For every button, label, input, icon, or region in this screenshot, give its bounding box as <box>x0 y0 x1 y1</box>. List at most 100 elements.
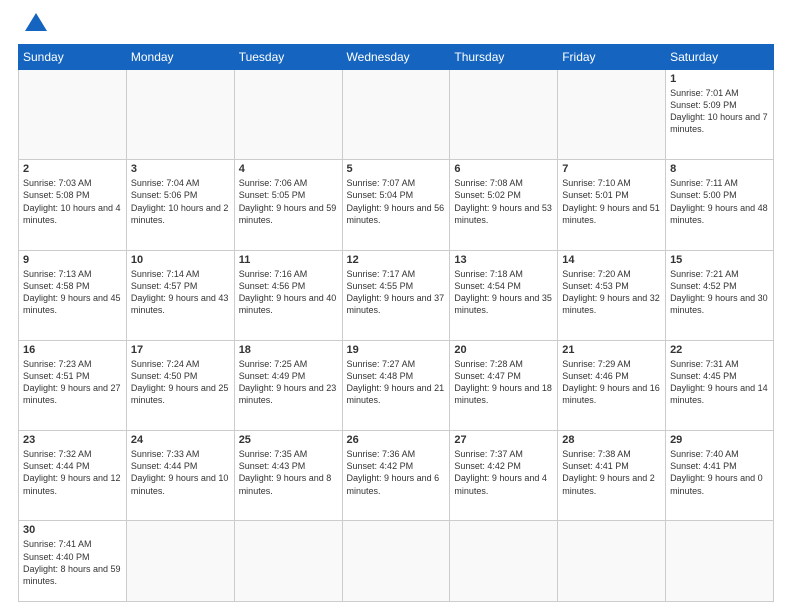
calendar-cell: 13 Sunrise: 7:18 AM Sunset: 4:54 PM Dayli… <box>450 250 558 340</box>
day-info: Sunrise: 7:35 AM Sunset: 4:43 PM Dayligh… <box>239 448 338 497</box>
weekday-header-friday: Friday <box>558 45 666 70</box>
calendar-cell <box>126 70 234 160</box>
page: SundayMondayTuesdayWednesdayThursdayFrid… <box>0 0 792 612</box>
calendar-cell: 21 Sunrise: 7:29 AM Sunset: 4:46 PM Dayli… <box>558 340 666 430</box>
day-info: Sunrise: 7:07 AM Sunset: 5:04 PM Dayligh… <box>347 177 446 226</box>
day-number: 2 <box>23 163 122 175</box>
day-info: Sunrise: 7:31 AM Sunset: 4:45 PM Dayligh… <box>670 358 769 407</box>
calendar-cell: 9 Sunrise: 7:13 AM Sunset: 4:58 PM Daylig… <box>19 250 127 340</box>
day-number: 28 <box>562 434 661 446</box>
day-info: Sunrise: 7:38 AM Sunset: 4:41 PM Dayligh… <box>562 448 661 497</box>
day-info: Sunrise: 7:13 AM Sunset: 4:58 PM Dayligh… <box>23 268 122 317</box>
day-number: 23 <box>23 434 122 446</box>
calendar-cell: 23Sunrise: 7:32 AM Sunset: 4:44 PM Dayli… <box>19 431 127 521</box>
day-number: 9 <box>23 254 122 266</box>
calendar-week-row: 23Sunrise: 7:32 AM Sunset: 4:44 PM Dayli… <box>19 431 774 521</box>
weekday-header-thursday: Thursday <box>450 45 558 70</box>
day-info: Sunrise: 7:20 AM Sunset: 4:53 PM Dayligh… <box>562 268 661 317</box>
day-number: 13 <box>454 254 553 266</box>
day-number: 1 <box>670 73 769 85</box>
calendar-cell: 17Sunrise: 7:24 AM Sunset: 4:50 PM Dayli… <box>126 340 234 430</box>
calendar-cell: 26 Sunrise: 7:36 AM Sunset: 4:42 PM Dayli… <box>342 431 450 521</box>
day-number: 29 <box>670 434 769 446</box>
calendar-cell: 16 Sunrise: 7:23 AM Sunset: 4:51 PM Dayli… <box>19 340 127 430</box>
day-number: 20 <box>454 344 553 356</box>
day-info: Sunrise: 7:17 AM Sunset: 4:55 PM Dayligh… <box>347 268 446 317</box>
day-info: Sunrise: 7:21 AM Sunset: 4:52 PM Dayligh… <box>670 268 769 317</box>
day-number: 25 <box>239 434 338 446</box>
day-info: Sunrise: 7:04 AM Sunset: 5:06 PM Dayligh… <box>131 177 230 226</box>
calendar-cell: 18Sunrise: 7:25 AM Sunset: 4:49 PM Dayli… <box>234 340 342 430</box>
calendar-cell: 2 Sunrise: 7:03 AM Sunset: 5:08 PM Daylig… <box>19 160 127 250</box>
weekday-header-saturday: Saturday <box>666 45 774 70</box>
day-info: Sunrise: 7:28 AM Sunset: 4:47 PM Dayligh… <box>454 358 553 407</box>
calendar-cell: 27 Sunrise: 7:37 AM Sunset: 4:42 PM Dayli… <box>450 431 558 521</box>
calendar-cell <box>234 70 342 160</box>
day-info: Sunrise: 7:08 AM Sunset: 5:02 PM Dayligh… <box>454 177 553 226</box>
day-number: 22 <box>670 344 769 356</box>
day-info: Sunrise: 7:16 AM Sunset: 4:56 PM Dayligh… <box>239 268 338 317</box>
calendar-cell: 3 Sunrise: 7:04 AM Sunset: 5:06 PM Daylig… <box>126 160 234 250</box>
calendar-cell: 15 Sunrise: 7:21 AM Sunset: 4:52 PM Dayli… <box>666 250 774 340</box>
day-number: 8 <box>670 163 769 175</box>
weekday-header-wednesday: Wednesday <box>342 45 450 70</box>
weekday-header-monday: Monday <box>126 45 234 70</box>
calendar-cell: 7Sunrise: 7:10 AM Sunset: 5:01 PM Daylig… <box>558 160 666 250</box>
calendar-cell: 25 Sunrise: 7:35 AM Sunset: 4:43 PM Dayli… <box>234 431 342 521</box>
calendar-cell <box>19 70 127 160</box>
day-info: Sunrise: 7:01 AM Sunset: 5:09 PM Dayligh… <box>670 87 769 136</box>
day-number: 18 <box>239 344 338 356</box>
calendar-cell <box>558 521 666 602</box>
calendar-cell <box>450 70 558 160</box>
calendar-week-row: 1 Sunrise: 7:01 AM Sunset: 5:09 PM Daylig… <box>19 70 774 160</box>
day-info: Sunrise: 7:18 AM Sunset: 4:54 PM Dayligh… <box>454 268 553 317</box>
calendar-cell: 14 Sunrise: 7:20 AM Sunset: 4:53 PM Dayli… <box>558 250 666 340</box>
day-number: 4 <box>239 163 338 175</box>
weekday-header-tuesday: Tuesday <box>234 45 342 70</box>
day-info: Sunrise: 7:06 AM Sunset: 5:05 PM Dayligh… <box>239 177 338 226</box>
calendar-cell: 30 Sunrise: 7:41 AM Sunset: 4:40 PM Dayli… <box>19 521 127 602</box>
day-number: 11 <box>239 254 338 266</box>
day-number: 15 <box>670 254 769 266</box>
calendar-cell: 4 Sunrise: 7:06 AM Sunset: 5:05 PM Daylig… <box>234 160 342 250</box>
day-number: 26 <box>347 434 446 446</box>
calendar-cell <box>342 521 450 602</box>
day-info: Sunrise: 7:14 AM Sunset: 4:57 PM Dayligh… <box>131 268 230 317</box>
calendar-cell: 5 Sunrise: 7:07 AM Sunset: 5:04 PM Daylig… <box>342 160 450 250</box>
day-info: Sunrise: 7:40 AM Sunset: 4:41 PM Dayligh… <box>670 448 769 497</box>
day-info: Sunrise: 7:36 AM Sunset: 4:42 PM Dayligh… <box>347 448 446 497</box>
calendar-cell <box>342 70 450 160</box>
day-number: 21 <box>562 344 661 356</box>
day-number: 14 <box>562 254 661 266</box>
day-number: 16 <box>23 344 122 356</box>
day-info: Sunrise: 7:23 AM Sunset: 4:51 PM Dayligh… <box>23 358 122 407</box>
calendar-cell: 28 Sunrise: 7:38 AM Sunset: 4:41 PM Dayli… <box>558 431 666 521</box>
day-info: Sunrise: 7:03 AM Sunset: 5:08 PM Dayligh… <box>23 177 122 226</box>
calendar-cell: 10Sunrise: 7:14 AM Sunset: 4:57 PM Dayli… <box>126 250 234 340</box>
calendar-table: SundayMondayTuesdayWednesdayThursdayFrid… <box>18 44 774 602</box>
calendar-cell: 29 Sunrise: 7:40 AM Sunset: 4:41 PM Dayli… <box>666 431 774 521</box>
calendar-cell <box>558 70 666 160</box>
calendar-cell: 11 Sunrise: 7:16 AM Sunset: 4:56 PM Dayli… <box>234 250 342 340</box>
weekday-header-sunday: Sunday <box>19 45 127 70</box>
day-number: 30 <box>23 524 122 536</box>
calendar-week-row: 2 Sunrise: 7:03 AM Sunset: 5:08 PM Daylig… <box>19 160 774 250</box>
calendar-cell: 24Sunrise: 7:33 AM Sunset: 4:44 PM Dayli… <box>126 431 234 521</box>
calendar-cell <box>126 521 234 602</box>
day-number: 5 <box>347 163 446 175</box>
calendar-cell: 1 Sunrise: 7:01 AM Sunset: 5:09 PM Daylig… <box>666 70 774 160</box>
calendar-cell <box>234 521 342 602</box>
day-number: 3 <box>131 163 230 175</box>
day-info: Sunrise: 7:29 AM Sunset: 4:46 PM Dayligh… <box>562 358 661 407</box>
calendar-cell: 12Sunrise: 7:17 AM Sunset: 4:55 PM Dayli… <box>342 250 450 340</box>
calendar-week-row: 30 Sunrise: 7:41 AM Sunset: 4:40 PM Dayli… <box>19 521 774 602</box>
day-number: 19 <box>347 344 446 356</box>
day-info: Sunrise: 7:37 AM Sunset: 4:42 PM Dayligh… <box>454 448 553 497</box>
day-info: Sunrise: 7:27 AM Sunset: 4:48 PM Dayligh… <box>347 358 446 407</box>
calendar-week-row: 16 Sunrise: 7:23 AM Sunset: 4:51 PM Dayli… <box>19 340 774 430</box>
calendar-cell: 19 Sunrise: 7:27 AM Sunset: 4:48 PM Dayli… <box>342 340 450 430</box>
day-number: 27 <box>454 434 553 446</box>
calendar-cell <box>666 521 774 602</box>
day-info: Sunrise: 7:41 AM Sunset: 4:40 PM Dayligh… <box>23 538 122 587</box>
day-info: Sunrise: 7:33 AM Sunset: 4:44 PM Dayligh… <box>131 448 230 497</box>
